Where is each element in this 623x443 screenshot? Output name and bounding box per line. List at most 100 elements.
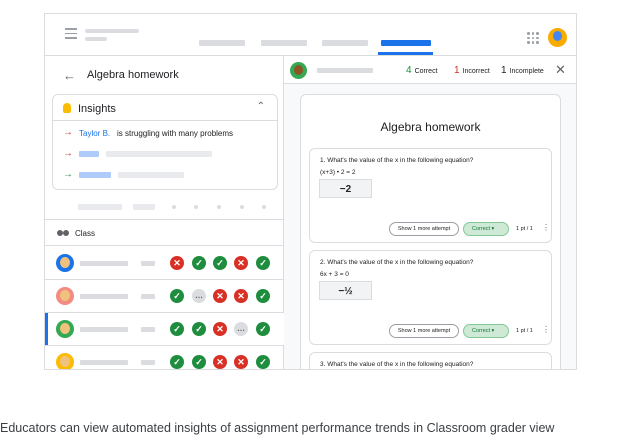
tab-2[interactable] <box>261 40 307 46</box>
arrow-right-icon: → <box>63 127 73 138</box>
app-window: ← Algebra homework Insights ⌃ → Taylor B… <box>44 13 577 370</box>
show-more-attempt-button[interactable]: Show 1 more attempt <box>389 324 459 338</box>
check-icon[interactable]: ✓ <box>256 322 270 336</box>
check-icon[interactable]: ✓ <box>192 355 206 369</box>
tab-1[interactable] <box>199 40 245 46</box>
student-avatar <box>56 320 74 338</box>
student-grade-placeholder <box>141 360 155 365</box>
insight-item[interactable]: → <box>63 149 273 161</box>
people-icon <box>57 229 71 237</box>
insight-name-placeholder <box>79 172 111 178</box>
tab-4-active[interactable] <box>381 40 431 46</box>
points-value: 1 pt / 1 <box>516 328 533 334</box>
tab-3[interactable] <box>322 40 368 46</box>
incomplete-count: 1 Incomplete <box>501 65 544 76</box>
more-vert-icon[interactable]: ⋮ <box>542 325 550 334</box>
insight-item[interactable]: → Taylor B. is struggling with many prob… <box>63 128 273 140</box>
student-row[interactable]: ✓ ✓ ✕ … ✓ <box>45 313 284 346</box>
points-value: 1 pt / 1 <box>516 226 533 232</box>
grade-status-dropdown[interactable]: Correct ▾ <box>463 222 509 236</box>
insight-text-placeholder <box>106 151 212 157</box>
check-icon[interactable]: ✓ <box>170 289 184 303</box>
check-icon[interactable]: ✓ <box>213 256 227 270</box>
dot <box>240 205 244 209</box>
x-icon[interactable]: ✕ <box>213 355 227 369</box>
student-header: 4 Correct 1 Incorrect 1 Incomplete ✕ <box>284 56 576 84</box>
question-text: 1. What's the value of the x in the foll… <box>320 157 474 164</box>
check-icon[interactable]: ✓ <box>192 322 206 336</box>
dot <box>194 205 198 209</box>
student-answer: −½ <box>319 281 372 300</box>
student-avatar <box>56 254 74 272</box>
class-label: Class <box>75 229 96 238</box>
check-icon[interactable]: ✓ <box>170 322 184 336</box>
insights-card: Insights ⌃ → Taylor B. is struggling wit… <box>52 94 278 190</box>
chevron-up-icon[interactable]: ⌃ <box>257 101 265 112</box>
student-row[interactable]: ✓ ✓ ✕ ✕ ✓ <box>45 346 284 369</box>
x-icon[interactable]: ✕ <box>234 355 248 369</box>
student-name-placeholder <box>317 68 373 73</box>
student-avatar <box>290 62 307 79</box>
app-title-placeholder <box>85 29 139 33</box>
pending-icon[interactable]: … <box>192 289 206 303</box>
question-card: 1. What's the value of the x in the foll… <box>309 148 552 243</box>
student-name-placeholder <box>80 360 128 365</box>
insight-name-placeholder <box>79 151 99 157</box>
app-subtitle-placeholder <box>85 37 107 41</box>
grade-status-dropdown[interactable]: Correct ▾ <box>463 324 509 338</box>
correct-count: 4 Correct <box>406 65 438 76</box>
paper-title: Algebra homework <box>380 120 481 134</box>
show-more-attempt-button[interactable]: Show 1 more attempt <box>389 222 459 236</box>
caption: Educators can view automated insights of… <box>0 421 555 435</box>
assignment-paper: Algebra homework 1. What's the value of … <box>300 94 561 369</box>
pending-icon[interactable]: … <box>234 322 248 336</box>
account-avatar[interactable] <box>548 28 567 47</box>
insight-text: is struggling with many problems <box>117 129 234 138</box>
question-card: 3. What's the value of the x in the foll… <box>309 352 552 369</box>
class-header: Class <box>45 219 284 246</box>
student-list-panel: ← Algebra homework Insights ⌃ → Taylor B… <box>45 56 284 369</box>
top-app-bar <box>45 14 576 56</box>
check-icon[interactable]: ✓ <box>170 355 184 369</box>
dot <box>262 205 266 209</box>
insight-item[interactable]: → <box>63 170 273 182</box>
incorrect-count: 1 Incorrect <box>454 65 490 76</box>
student-name-link[interactable]: Taylor B. <box>79 129 110 138</box>
dot <box>217 205 221 209</box>
close-icon[interactable]: ✕ <box>555 62 566 78</box>
check-icon[interactable]: ✓ <box>256 256 270 270</box>
more-vert-icon[interactable]: ⋮ <box>542 223 550 232</box>
student-name-placeholder <box>80 294 128 299</box>
arrow-left-icon[interactable]: ← <box>63 68 76 83</box>
student-grade-placeholder <box>141 261 155 266</box>
x-icon[interactable]: ✕ <box>234 256 248 270</box>
lightbulb-icon <box>63 103 71 113</box>
apps-grid-icon[interactable] <box>527 32 539 44</box>
dot <box>172 205 176 209</box>
question-equation: 6x + 3 = 0 <box>320 271 349 278</box>
question-text: 2. What's the value of the x in the foll… <box>320 259 474 266</box>
arrow-right-icon: → <box>63 169 73 180</box>
question-text: 3. What's the value of the x in the foll… <box>320 361 474 368</box>
student-grade-placeholder <box>141 294 155 299</box>
divider <box>53 120 277 121</box>
check-icon[interactable]: ✓ <box>256 289 270 303</box>
student-row[interactable]: ✕ ✓ ✓ ✕ ✓ <box>45 247 284 280</box>
student-grade-placeholder <box>141 327 155 332</box>
student-row[interactable]: ✓ … ✕ ✕ ✓ <box>45 280 284 313</box>
assignment-title: Algebra homework <box>87 69 179 81</box>
insights-title: Insights <box>78 103 116 115</box>
sort-dropdown[interactable] <box>78 204 122 210</box>
x-icon[interactable]: ✕ <box>234 289 248 303</box>
x-icon[interactable]: ✕ <box>170 256 184 270</box>
filter-dropdown[interactable] <box>133 204 155 210</box>
check-icon[interactable]: ✓ <box>192 256 206 270</box>
active-tab-indicator <box>378 52 433 55</box>
menu-icon[interactable] <box>65 28 77 39</box>
check-icon[interactable]: ✓ <box>256 355 270 369</box>
insight-text-placeholder <box>118 172 184 178</box>
x-icon[interactable]: ✕ <box>213 322 227 336</box>
x-icon[interactable]: ✕ <box>213 289 227 303</box>
question-card: 2. What's the value of the x in the foll… <box>309 250 552 345</box>
question-equation: (x+3) • 2 = 2 <box>320 169 356 176</box>
